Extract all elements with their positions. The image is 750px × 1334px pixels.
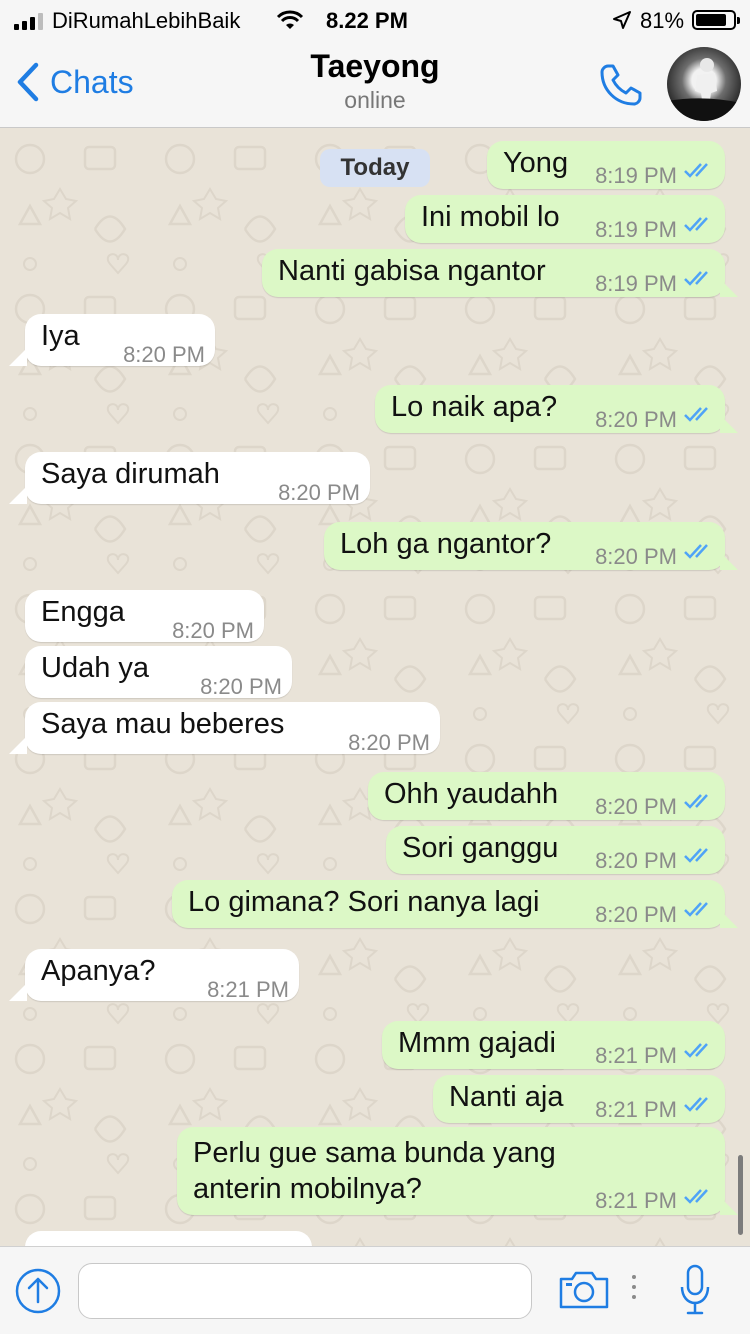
message-time: 8:21 PM — [595, 1097, 677, 1122]
message-time: 8:21 PM — [207, 977, 289, 1002]
message-input[interactable] — [78, 1263, 532, 1319]
voice-call-button[interactable] — [596, 60, 646, 115]
message-text: Ohh yaudahh — [384, 778, 559, 810]
message-bubble-incoming[interactable]: Saya mau beberes 8:20 PM — [25, 702, 440, 755]
double-check-icon — [684, 217, 708, 232]
chat-header: Chats Taeyong online — [0, 40, 750, 128]
message-time: 8:20 PM — [595, 902, 677, 927]
message-bubble-incoming[interactable]: Engga 8:20 PM — [25, 590, 264, 643]
message-text: Apanya? — [41, 955, 156, 987]
message-time: 8:20 PM — [348, 730, 430, 755]
message-text: Iya — [41, 320, 80, 352]
camera-button[interactable] — [558, 1269, 610, 1316]
message-time: 8:20 PM — [595, 794, 677, 819]
message-bubble-outgoing[interactable]: Ohh yaudahh 8:20 PM — [368, 772, 725, 820]
message-text: Saya mau beberes — [41, 708, 285, 740]
message-bubble-incoming[interactable]: Iya 8:20 PM — [25, 314, 215, 367]
double-check-icon — [684, 544, 708, 559]
message-text: Mmm gajadi — [398, 1027, 556, 1059]
message-time: 8:20 PM — [278, 480, 360, 505]
message-text: Ini mobil lo — [421, 201, 560, 233]
phone-icon — [600, 64, 642, 106]
message-time: 8:21 PM — [595, 1188, 677, 1213]
message-composer — [0, 1246, 750, 1334]
message-text: Udah ya — [41, 652, 150, 684]
message-time: 8:19 PM — [595, 271, 677, 296]
scroll-indicator[interactable] — [738, 1155, 743, 1235]
double-check-icon — [684, 1189, 708, 1204]
signal-strength-icon — [14, 12, 43, 30]
message-bubble-outgoing[interactable]: Lo gimana? Sori nanya lagi 8:20 PM — [172, 880, 725, 928]
message-time: 8:20 PM — [200, 674, 282, 699]
message-bubble-outgoing[interactable]: Nanti gabisa ngantor 8:19 PM — [262, 249, 725, 297]
camera-icon — [559, 1271, 609, 1309]
message-time: 8:20 PM — [595, 544, 677, 569]
microphone-icon — [680, 1264, 710, 1315]
message-text: Lo naik apa? — [391, 391, 558, 423]
attach-button[interactable] — [14, 1267, 62, 1320]
message-bubble-incoming[interactable]: Apanya? 8:21 PM — [25, 949, 299, 1002]
wifi-icon — [276, 10, 304, 36]
double-check-icon — [684, 1043, 708, 1058]
message-bubble-outgoing[interactable]: Ini mobil lo 8:19 PM — [405, 195, 725, 243]
message-time: 8:20 PM — [172, 618, 254, 643]
message-list[interactable]: Today Yong 8:19 PM Ini mobil lo 8:19 PM … — [0, 129, 750, 1246]
message-bubble-outgoing[interactable]: Perlu gue sama bunda yang anterin mobiln… — [177, 1127, 725, 1215]
arrow-up-circle-icon — [15, 1268, 61, 1314]
message-text: Lo gimana? Sori nanya lagi — [188, 886, 540, 918]
contact-info[interactable]: Taeyong online — [250, 48, 500, 114]
contact-status: online — [344, 87, 406, 113]
message-text: Saya dirumah — [41, 458, 220, 490]
message-bubble-outgoing[interactable]: Loh ga ngantor? 8:20 PM — [324, 522, 725, 570]
double-check-icon — [684, 794, 708, 809]
contact-avatar[interactable] — [667, 47, 741, 121]
message-time: 8:19 PM — [595, 217, 677, 242]
message-time: 8:21 PM — [595, 1043, 677, 1068]
message-time: 8:19 PM — [595, 163, 677, 188]
message-bubble-outgoing[interactable]: Yong 8:19 PM — [487, 141, 725, 189]
voice-note-button[interactable] — [678, 1263, 712, 1322]
message-text-line1: Perlu gue sama bunda yang — [193, 1137, 556, 1169]
double-check-icon — [684, 407, 708, 422]
message-time: 8:20 PM — [595, 848, 677, 873]
message-bubble-incoming[interactable]: Udah ya 8:20 PM — [25, 646, 292, 699]
battery-icon — [692, 10, 740, 30]
message-text: Engga — [41, 596, 125, 628]
message-text: Sori ganggu — [402, 832, 559, 864]
double-check-icon — [684, 902, 708, 917]
message-text: Nanti gabisa ngantor — [278, 255, 546, 287]
message-text-line2: anterin mobilnya? — [193, 1173, 422, 1205]
message-bubble-outgoing[interactable]: Lo naik apa? 8:20 PM — [375, 385, 725, 433]
carrier-name: DiRumahLebihBaik — [52, 8, 241, 33]
date-separator: Today — [320, 149, 430, 187]
message-bubble-incoming[interactable]: Saya dirumah 8:20 PM — [25, 452, 370, 505]
status-bar: DiRumahLebihBaik 8.22 PM 81% — [0, 0, 750, 40]
message-text: Loh ga ngantor? — [340, 528, 552, 560]
message-bubble-incoming-partial[interactable] — [25, 1231, 312, 1246]
back-button[interactable]: Chats — [16, 62, 134, 102]
message-bubble-outgoing[interactable]: Mmm gajadi 8:21 PM — [382, 1021, 725, 1069]
double-check-icon — [684, 163, 708, 178]
message-text: Nanti aja — [449, 1081, 564, 1113]
double-check-icon — [684, 848, 708, 863]
message-time: 8:20 PM — [123, 342, 205, 367]
message-time: 8:20 PM — [595, 407, 677, 432]
chevron-left-icon — [17, 62, 39, 102]
clock: 8.22 PM — [326, 8, 408, 33]
message-bubble-outgoing[interactable]: Sori ganggu 8:20 PM — [386, 826, 725, 874]
location-arrow-icon — [612, 10, 632, 36]
battery-percentage: 81% — [640, 8, 685, 33]
double-check-icon — [684, 1097, 708, 1112]
message-text: Yong — [503, 147, 569, 179]
more-options-dots — [632, 1275, 638, 1305]
double-check-icon — [684, 271, 708, 286]
back-label: Chats — [50, 63, 134, 100]
message-bubble-outgoing[interactable]: Nanti aja 8:21 PM — [433, 1075, 725, 1123]
contact-name: Taeyong — [310, 48, 440, 84]
